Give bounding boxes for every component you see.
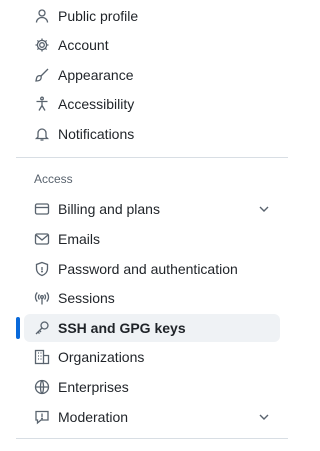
- sidebar-item-appearance[interactable]: Appearance: [24, 61, 280, 89]
- broadcast-icon: [34, 290, 50, 306]
- section-divider: [16, 438, 288, 439]
- sidebar-item-label: Public profile: [58, 8, 139, 24]
- accessibility-icon: [34, 96, 50, 112]
- paintbrush-icon: [34, 67, 50, 83]
- sidebar-item-moderation[interactable]: Moderation: [24, 403, 280, 431]
- sidebar-item-label: Sessions: [58, 290, 115, 306]
- sidebar-item-label: Appearance: [58, 67, 134, 83]
- key-icon: [34, 320, 50, 336]
- sidebar-item-billing-and-plans[interactable]: Billing and plans: [24, 195, 280, 223]
- sidebar-item-ssh-and-gpg-keys[interactable]: SSH and GPG keys: [24, 314, 280, 342]
- sidebar-item-emails[interactable]: Emails: [24, 225, 280, 253]
- sidebar-item-enterprises[interactable]: Enterprises: [24, 373, 280, 401]
- chevron-down-icon[interactable]: [256, 409, 272, 425]
- shield-lock-icon: [34, 261, 50, 277]
- sidebar-item-label: Password and authentication: [58, 261, 238, 277]
- sidebar-item-notifications[interactable]: Notifications: [24, 120, 280, 148]
- sidebar-item-accessibility[interactable]: Accessibility: [24, 90, 280, 118]
- sidebar-item-label: Emails: [58, 231, 101, 247]
- active-indicator: [16, 317, 20, 339]
- sidebar-item-organizations[interactable]: Organizations: [24, 343, 280, 371]
- person-icon: [34, 8, 50, 24]
- gear-icon: [34, 37, 50, 53]
- sidebar-item-account[interactable]: Account: [24, 31, 280, 59]
- section-title-access: Access: [34, 172, 73, 186]
- sidebar-item-label: SSH and GPG keys: [58, 320, 186, 336]
- mail-icon: [34, 231, 50, 247]
- section-divider: [16, 157, 288, 158]
- sidebar-item-password-and-authentication[interactable]: Password and authentication: [24, 255, 280, 283]
- sidebar-item-label: Moderation: [58, 409, 129, 425]
- report-icon: [34, 409, 50, 425]
- credit-card-icon: [34, 201, 50, 217]
- bell-icon: [34, 126, 50, 142]
- sidebar-item-label: Notifications: [58, 126, 135, 142]
- sidebar-item-sessions[interactable]: Sessions: [24, 284, 280, 312]
- sidebar-item-label: Billing and plans: [58, 201, 160, 217]
- sidebar-item-label: Accessibility: [58, 96, 135, 112]
- sidebar-item-label: Account: [58, 37, 109, 53]
- sidebar-item-public-profile[interactable]: Public profile: [24, 2, 280, 30]
- settings-sidebar: Public profile Account Appearance Access…: [0, 0, 300, 451]
- organization-icon: [34, 349, 50, 365]
- sidebar-item-label: Organizations: [58, 349, 145, 365]
- sidebar-item-label: Enterprises: [58, 379, 129, 395]
- chevron-down-icon[interactable]: [256, 201, 272, 217]
- globe-icon: [34, 379, 50, 395]
